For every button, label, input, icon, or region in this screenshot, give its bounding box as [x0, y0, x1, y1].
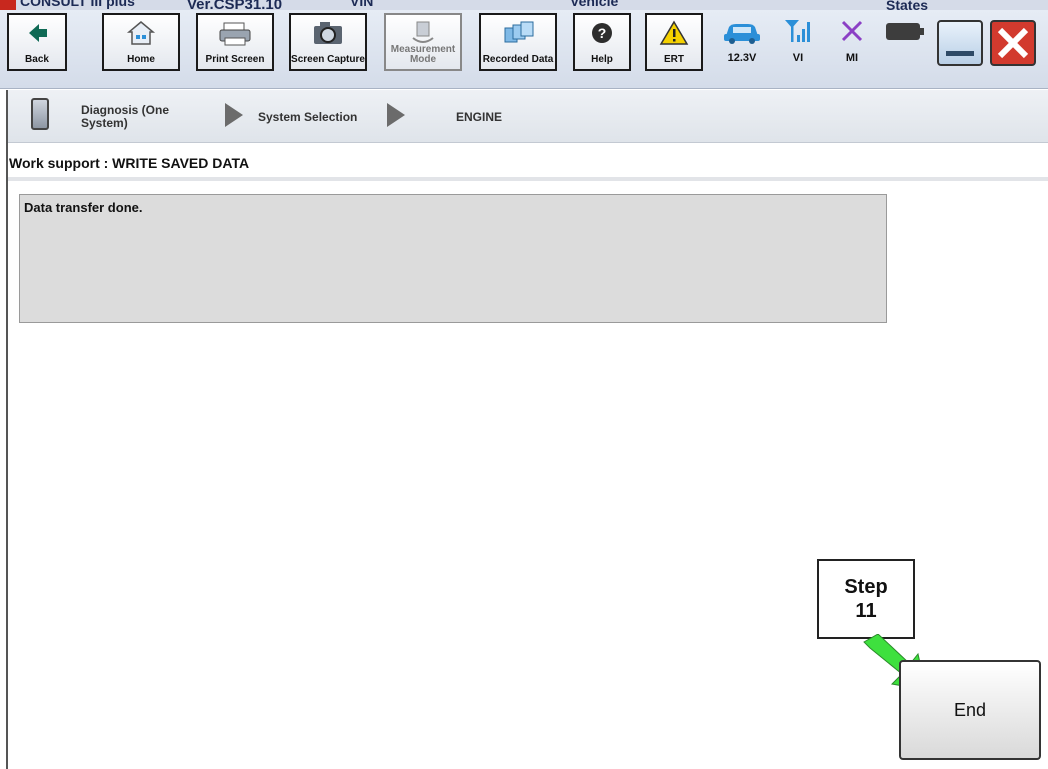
ert-button-label: ERT: [664, 54, 684, 65]
measurement-mode-button[interactable]: Measurement Mode: [384, 13, 462, 71]
mi-label: MI: [845, 52, 859, 64]
states-label: States: [886, 0, 929, 10]
battery-voltage-value: 12.3V: [727, 52, 757, 64]
camera-icon: [291, 20, 365, 46]
battery-voltage-indicator: 12.3V: [714, 14, 770, 70]
screen-capture-button[interactable]: Screen Capture: [289, 13, 367, 71]
help-button[interactable]: ? Help: [573, 13, 631, 71]
car-icon: [714, 16, 770, 46]
recorded-data-label: Recorded Data: [482, 54, 554, 65]
breadcrumb-arrow-icon: [387, 103, 405, 127]
vin-label: VIN: [350, 0, 374, 9]
close-icon: [997, 27, 1029, 59]
step-callout: Step 11: [817, 559, 915, 639]
warning-icon: [647, 20, 701, 46]
battery-indicator: [878, 14, 934, 70]
step-number: 11: [855, 600, 877, 622]
screen-capture-label: Screen Capture: [291, 54, 365, 65]
printer-icon: [198, 20, 272, 46]
page-title: Work support : WRITE SAVED DATA: [9, 155, 250, 171]
message-box: Data transfer done.: [19, 194, 887, 323]
status-message: Data transfer done.: [24, 200, 143, 215]
mi-indicator: MI: [824, 14, 880, 70]
battery-icon: [878, 16, 934, 46]
help-icon: ?: [575, 20, 629, 46]
help-button-label: Help: [591, 54, 613, 65]
home-icon: [104, 20, 178, 46]
left-border: [6, 90, 8, 769]
vehicle-label: Vehicle: [570, 0, 619, 9]
vi-label: VI: [792, 52, 804, 64]
step-label: Step: [844, 576, 888, 598]
toolbar: Back Home Print Screen Screen Capture Me…: [0, 10, 1048, 89]
print-screen-button[interactable]: Print Screen: [196, 13, 274, 71]
recorded-data-button[interactable]: Recorded Data: [479, 13, 557, 71]
breadcrumb-item-diagnosis[interactable]: Diagnosis (One System): [81, 104, 196, 130]
app-logo-icon: [0, 0, 16, 10]
signal-antenna-icon: [770, 16, 826, 46]
breadcrumb: Diagnosis (One System) System Selection …: [8, 90, 1048, 143]
mi-x-icon: [824, 16, 880, 46]
ert-button[interactable]: ERT: [645, 13, 703, 71]
minimize-button[interactable]: [937, 20, 983, 66]
svg-text:?: ?: [598, 25, 607, 41]
home-button-label: Home: [127, 54, 155, 65]
breadcrumb-arrow-icon: [225, 103, 243, 127]
back-button-label: Back: [25, 54, 49, 65]
measurement-mode-label: Measurement Mode: [390, 44, 456, 65]
recorded-data-icon: [481, 20, 555, 46]
close-button[interactable]: [990, 20, 1036, 66]
app-title: CONSULT III plus: [20, 0, 135, 9]
version-label: Ver.CSP31.10: [187, 0, 283, 10]
breadcrumb-item-engine: ENGINE: [456, 110, 503, 124]
breadcrumb-item-system-selection[interactable]: System Selection: [258, 110, 357, 124]
diagnosis-tool-icon: [31, 98, 49, 130]
end-button[interactable]: End: [899, 660, 1041, 760]
minimize-icon: [946, 51, 974, 56]
title-bar: CONSULT III plus Ver.CSP31.10 VIN Vehicl…: [0, 0, 1048, 10]
back-button[interactable]: Back: [7, 13, 67, 71]
divider: [8, 177, 1048, 181]
vi-indicator: VI: [770, 14, 826, 70]
measurement-icon: [386, 20, 460, 46]
print-screen-label: Print Screen: [205, 54, 265, 65]
back-arrow-icon: [9, 20, 65, 46]
home-button[interactable]: Home: [102, 13, 180, 71]
